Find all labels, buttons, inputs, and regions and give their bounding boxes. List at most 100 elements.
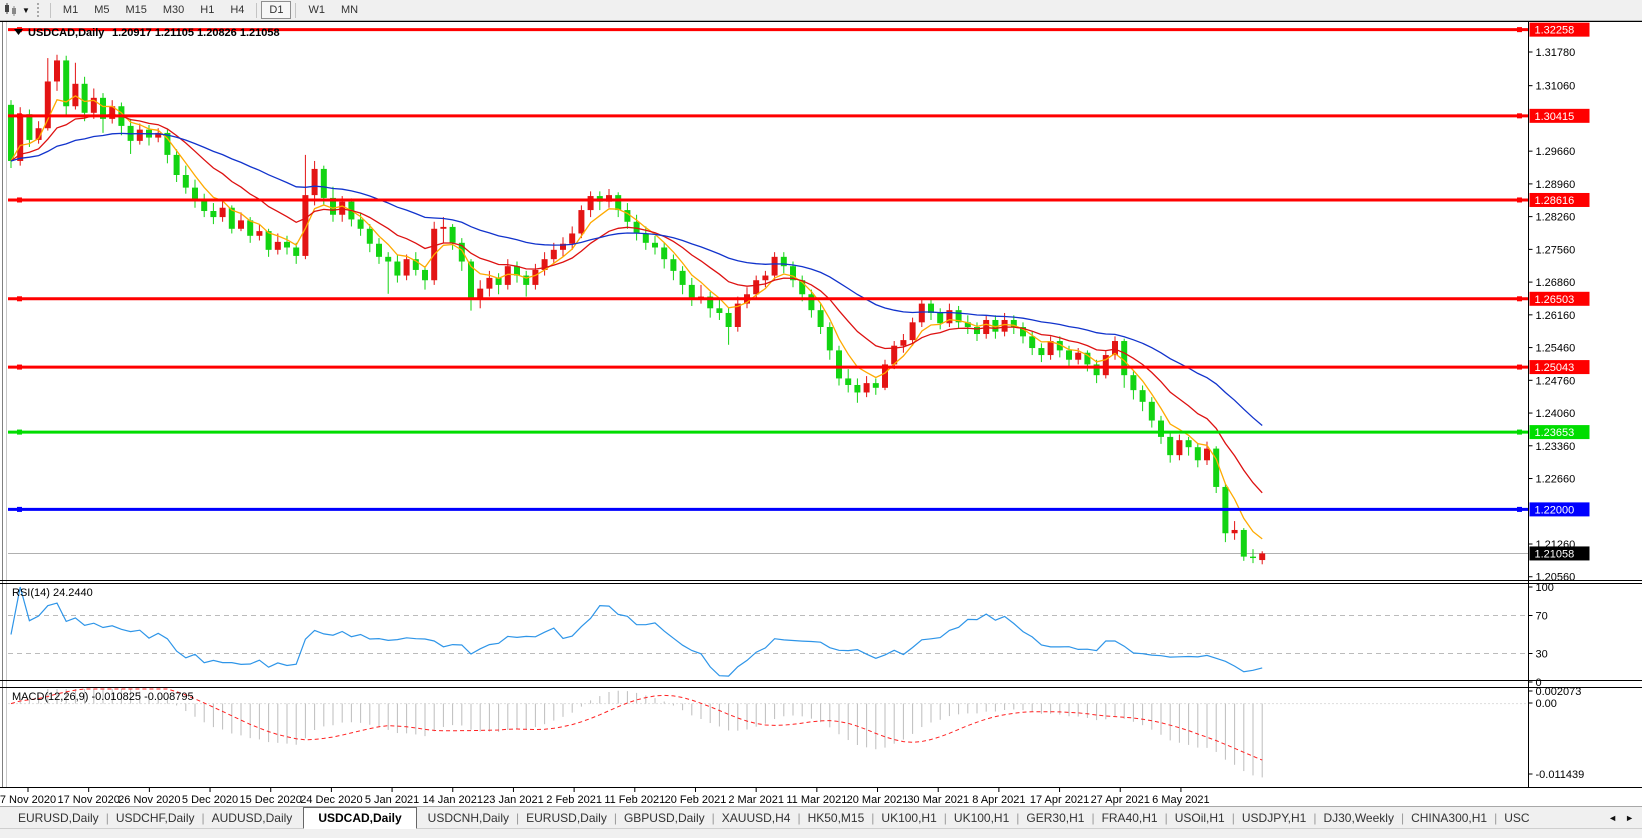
macd-pane: MACD(12,26,9) -0.010825 -0.008795 xyxy=(8,689,1529,777)
date-tick-label: 11 Feb 2021 xyxy=(604,794,665,806)
tab-usdchf-daily[interactable]: USDCHF,Daily xyxy=(110,809,201,827)
rsi-line xyxy=(11,587,1262,676)
tab-scroll-arrows: ◄ ► xyxy=(1608,813,1634,823)
price-tick-label: 1.31780 xyxy=(1536,47,1576,59)
date-tick-label: 20 Feb 2021 xyxy=(665,794,727,806)
timeframe-button-m15[interactable]: M15 xyxy=(117,1,154,19)
line-anchor-icon[interactable] xyxy=(1517,27,1522,32)
tab-gbpusd-daily[interactable]: GBPUSD,Daily xyxy=(618,809,711,827)
time-axis[interactable]: 7 Nov 202017 Nov 202026 Nov 20205 Dec 20… xyxy=(0,787,1210,806)
line-anchor-icon[interactable] xyxy=(1517,507,1522,512)
level-price-label: 1.32258 xyxy=(1535,25,1575,37)
tab-ger30-h1[interactable]: GER30,H1 xyxy=(1020,809,1090,827)
tab-audusd-daily[interactable]: AUDUSD,Daily xyxy=(206,809,299,827)
price-axis[interactable]: 1.317801.310601.296601.289601.282601.275… xyxy=(1529,21,1590,787)
date-tick-label: 15 Dec 2020 xyxy=(240,794,302,806)
tab-separator: | xyxy=(712,811,715,825)
timeframe-button-m30[interactable]: M30 xyxy=(155,1,192,19)
level-price-label: 1.30415 xyxy=(1535,111,1575,123)
macd-axis-label: 0.002073 xyxy=(1536,686,1582,698)
tab-hk50-m15[interactable]: HK50,M15 xyxy=(802,809,871,827)
date-tick-label: 14 Jan 2021 xyxy=(422,794,483,806)
date-tick-label: 8 Apr 2021 xyxy=(972,794,1025,806)
timeframe-toolbar: ▼ M1M5M15M30H1H4 D1 W1MN xyxy=(0,0,1642,21)
ma-line-ma-medium xyxy=(11,114,1262,492)
price-tick-label: 1.26160 xyxy=(1536,310,1576,322)
chart-canvas[interactable]: USDCAD,Daily1.20917 1.21105 1.20826 1.21… xyxy=(0,21,1642,806)
chart-type-icon[interactable]: ▼ xyxy=(0,3,34,17)
status-bar xyxy=(0,828,1642,838)
tab-separator: | xyxy=(1091,811,1094,825)
tab-scroll-left-icon[interactable]: ◄ xyxy=(1608,813,1617,823)
timeframe-button-m5[interactable]: M5 xyxy=(86,1,117,19)
macd-axis-label: 0.00 xyxy=(1536,698,1557,710)
line-anchor-icon[interactable] xyxy=(17,296,22,301)
tab-separator: | xyxy=(516,811,519,825)
level-price-label: 1.25043 xyxy=(1535,362,1575,374)
tab-usdcnh-daily[interactable]: USDCNH,Daily xyxy=(422,809,515,827)
tab-separator: | xyxy=(1165,811,1168,825)
date-tick-label: 6 May 2021 xyxy=(1152,794,1209,806)
date-tick-label: 24 Dec 2020 xyxy=(300,794,362,806)
price-tick-label: 1.26860 xyxy=(1536,277,1576,289)
horizontal-level-lines[interactable] xyxy=(8,27,1529,512)
date-tick-label: 5 Dec 2020 xyxy=(182,794,238,806)
timeframe-button-d1[interactable]: D1 xyxy=(261,1,291,19)
line-anchor-icon[interactable] xyxy=(1517,113,1522,118)
date-tick-label: 2 Mar 2021 xyxy=(728,794,784,806)
timeframe-button-w1[interactable]: W1 xyxy=(300,1,333,19)
tab-china300-h1[interactable]: CHINA300,H1 xyxy=(1405,809,1493,827)
timeframe-button-mn[interactable]: MN xyxy=(333,1,366,19)
line-anchor-icon[interactable] xyxy=(17,113,22,118)
date-tick-label: 7 Nov 2020 xyxy=(0,794,56,806)
line-anchor-icon[interactable] xyxy=(17,197,22,202)
tab-eurusd-daily[interactable]: EURUSD,Daily xyxy=(520,809,613,827)
price-tick-label: 1.28960 xyxy=(1536,179,1576,191)
line-anchor-icon[interactable] xyxy=(17,430,22,435)
tab-uk100-h1[interactable]: UK100,H1 xyxy=(948,809,1015,827)
toolbar-separator xyxy=(295,3,296,18)
price-tick-label: 1.24760 xyxy=(1536,375,1576,387)
tab-usoil-h1[interactable]: USOil,H1 xyxy=(1169,809,1231,827)
level-price-label: 1.28616 xyxy=(1535,195,1575,207)
level-price-label: 1.22000 xyxy=(1535,504,1575,516)
toolbar-separator xyxy=(256,3,257,18)
line-anchor-icon[interactable] xyxy=(1517,296,1522,301)
date-tick-label: 26 Nov 2020 xyxy=(118,794,180,806)
tab-separator: | xyxy=(871,811,874,825)
rsi-axis-label: 30 xyxy=(1536,649,1548,661)
macd-label: MACD(12,26,9) -0.010825 -0.008795 xyxy=(12,691,194,703)
line-anchor-icon[interactable] xyxy=(1517,197,1522,202)
rsi-pane: RSI(14) 24.2440 xyxy=(8,587,1529,676)
price-tick-label: 1.31060 xyxy=(1536,81,1576,93)
timeframe-button-h1[interactable]: H1 xyxy=(192,1,222,19)
tab-usdjpy-h1[interactable]: USDJPY,H1 xyxy=(1236,809,1312,827)
tab-separator: | xyxy=(106,811,109,825)
price-tick-label: 1.25460 xyxy=(1536,343,1576,355)
tab-separator: | xyxy=(614,811,617,825)
candles-layer xyxy=(8,55,1265,564)
tab-xauusd-h4[interactable]: XAUUSD,H4 xyxy=(716,809,797,827)
rsi-axis-label: 70 xyxy=(1536,611,1548,623)
line-anchor-icon[interactable] xyxy=(17,365,22,370)
tab-uk100-h1[interactable]: UK100,H1 xyxy=(875,809,942,827)
ma-line-ma-slow xyxy=(11,133,1262,425)
timeframe-button-h4[interactable]: H4 xyxy=(222,1,252,19)
toolbar-grip[interactable] xyxy=(37,3,41,17)
price-tick-label: 1.23360 xyxy=(1536,441,1576,453)
tab-usc[interactable]: USC xyxy=(1498,809,1535,827)
line-anchor-icon[interactable] xyxy=(1517,430,1522,435)
tab-usdcad-daily[interactable]: USDCAD,Daily xyxy=(303,807,416,829)
line-anchor-icon[interactable] xyxy=(1517,365,1522,370)
macd-axis-label: -0.011439 xyxy=(1536,769,1585,781)
tab-separator: | xyxy=(944,811,947,825)
tab-eurusd-daily[interactable]: EURUSD,Daily xyxy=(12,809,105,827)
rsi-label: RSI(14) 24.2440 xyxy=(12,587,93,599)
tab-scroll-right-icon[interactable]: ► xyxy=(1625,813,1634,823)
date-tick-label: 5 Jan 2021 xyxy=(365,794,419,806)
tab-fra40-h1[interactable]: FRA40,H1 xyxy=(1096,809,1164,827)
price-tick-label: 1.29660 xyxy=(1536,146,1576,158)
tab-dj30-weekly[interactable]: DJ30,Weekly xyxy=(1317,809,1399,827)
line-anchor-icon[interactable] xyxy=(17,507,22,512)
timeframe-button-m1[interactable]: M1 xyxy=(55,1,86,19)
